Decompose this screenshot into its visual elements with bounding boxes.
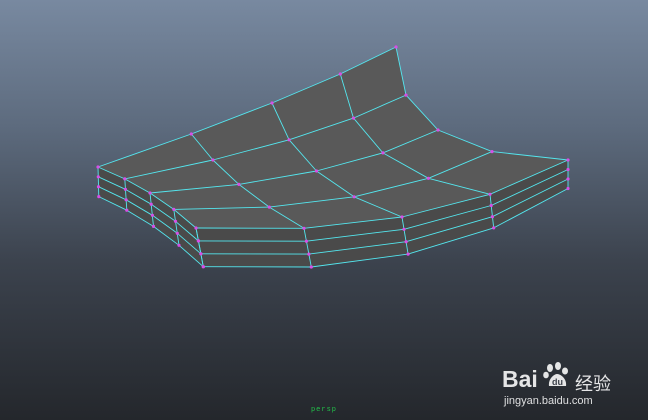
mesh-vertex [177,243,181,247]
mesh-vertex [96,175,100,179]
mesh-vertex [566,177,570,181]
mesh-vertex [304,239,308,243]
mesh-side-face [196,228,312,267]
mesh-vertex [381,151,385,155]
mesh-vertex [404,240,408,244]
mesh-vertex [211,158,215,162]
mesh-vertex [338,72,342,76]
mesh-vertex [270,101,274,105]
mesh-vertex [196,239,200,243]
mesh-vertex [309,265,313,269]
mesh-vertex [123,177,127,181]
mesh-vertex [351,116,356,120]
mesh-vertex [148,191,152,195]
mesh-vertex [436,128,440,132]
mesh-vertex [124,198,128,202]
mesh-vertex [314,169,319,173]
svg-text:du: du [552,377,563,387]
mesh-vertex [352,195,356,199]
mesh-vertex [194,226,198,230]
mesh-vertex [307,252,311,256]
mesh-vertex [404,93,408,97]
mesh-vertex [172,207,176,211]
watermark-url: jingyan.baidu.com [504,395,593,407]
mesh-vertex [151,224,156,228]
mesh-vertex [402,227,406,231]
mesh-vertex [199,252,203,256]
mesh-vertex [150,213,154,217]
mesh-vertex [302,226,306,230]
mesh-vertex [173,219,178,223]
mesh-vertex [237,182,241,186]
watermark-brand-suffix: 经验 [575,374,611,395]
mesh-vertex [492,226,496,230]
mesh-vertex [149,202,153,206]
baidu-paw-icon: du [543,362,568,387]
mesh-vertex [406,252,410,256]
mesh-vertex [426,176,430,180]
mesh-vertex [201,265,205,269]
watermark-brand: Bai [502,366,538,392]
mesh-vertex [488,192,492,196]
mesh-vertex [125,208,129,212]
mesh-vertex [175,231,179,235]
mesh-vertex [267,205,271,209]
mesh-vertex [394,45,398,49]
mesh-vertex [490,150,494,154]
mesh-vertex [123,187,127,191]
watermark: Bai du 经验 jingyan.baidu.com [502,354,620,412]
mesh-vertex [489,203,493,208]
mesh-vertex [566,186,570,191]
mesh-vertex [490,215,494,219]
mesh-vertex [566,158,570,162]
mesh-vertex [96,165,100,169]
mesh-vertex [400,215,404,219]
mesh-vertex [566,167,570,172]
mesh-vertex [189,132,193,136]
mesh-vertex [287,138,291,142]
mesh-vertex [96,185,101,189]
mesh-vertex [97,195,101,199]
3d-viewport[interactable]: persp Bai du 经验 jingyan.baidu.com [0,0,648,420]
